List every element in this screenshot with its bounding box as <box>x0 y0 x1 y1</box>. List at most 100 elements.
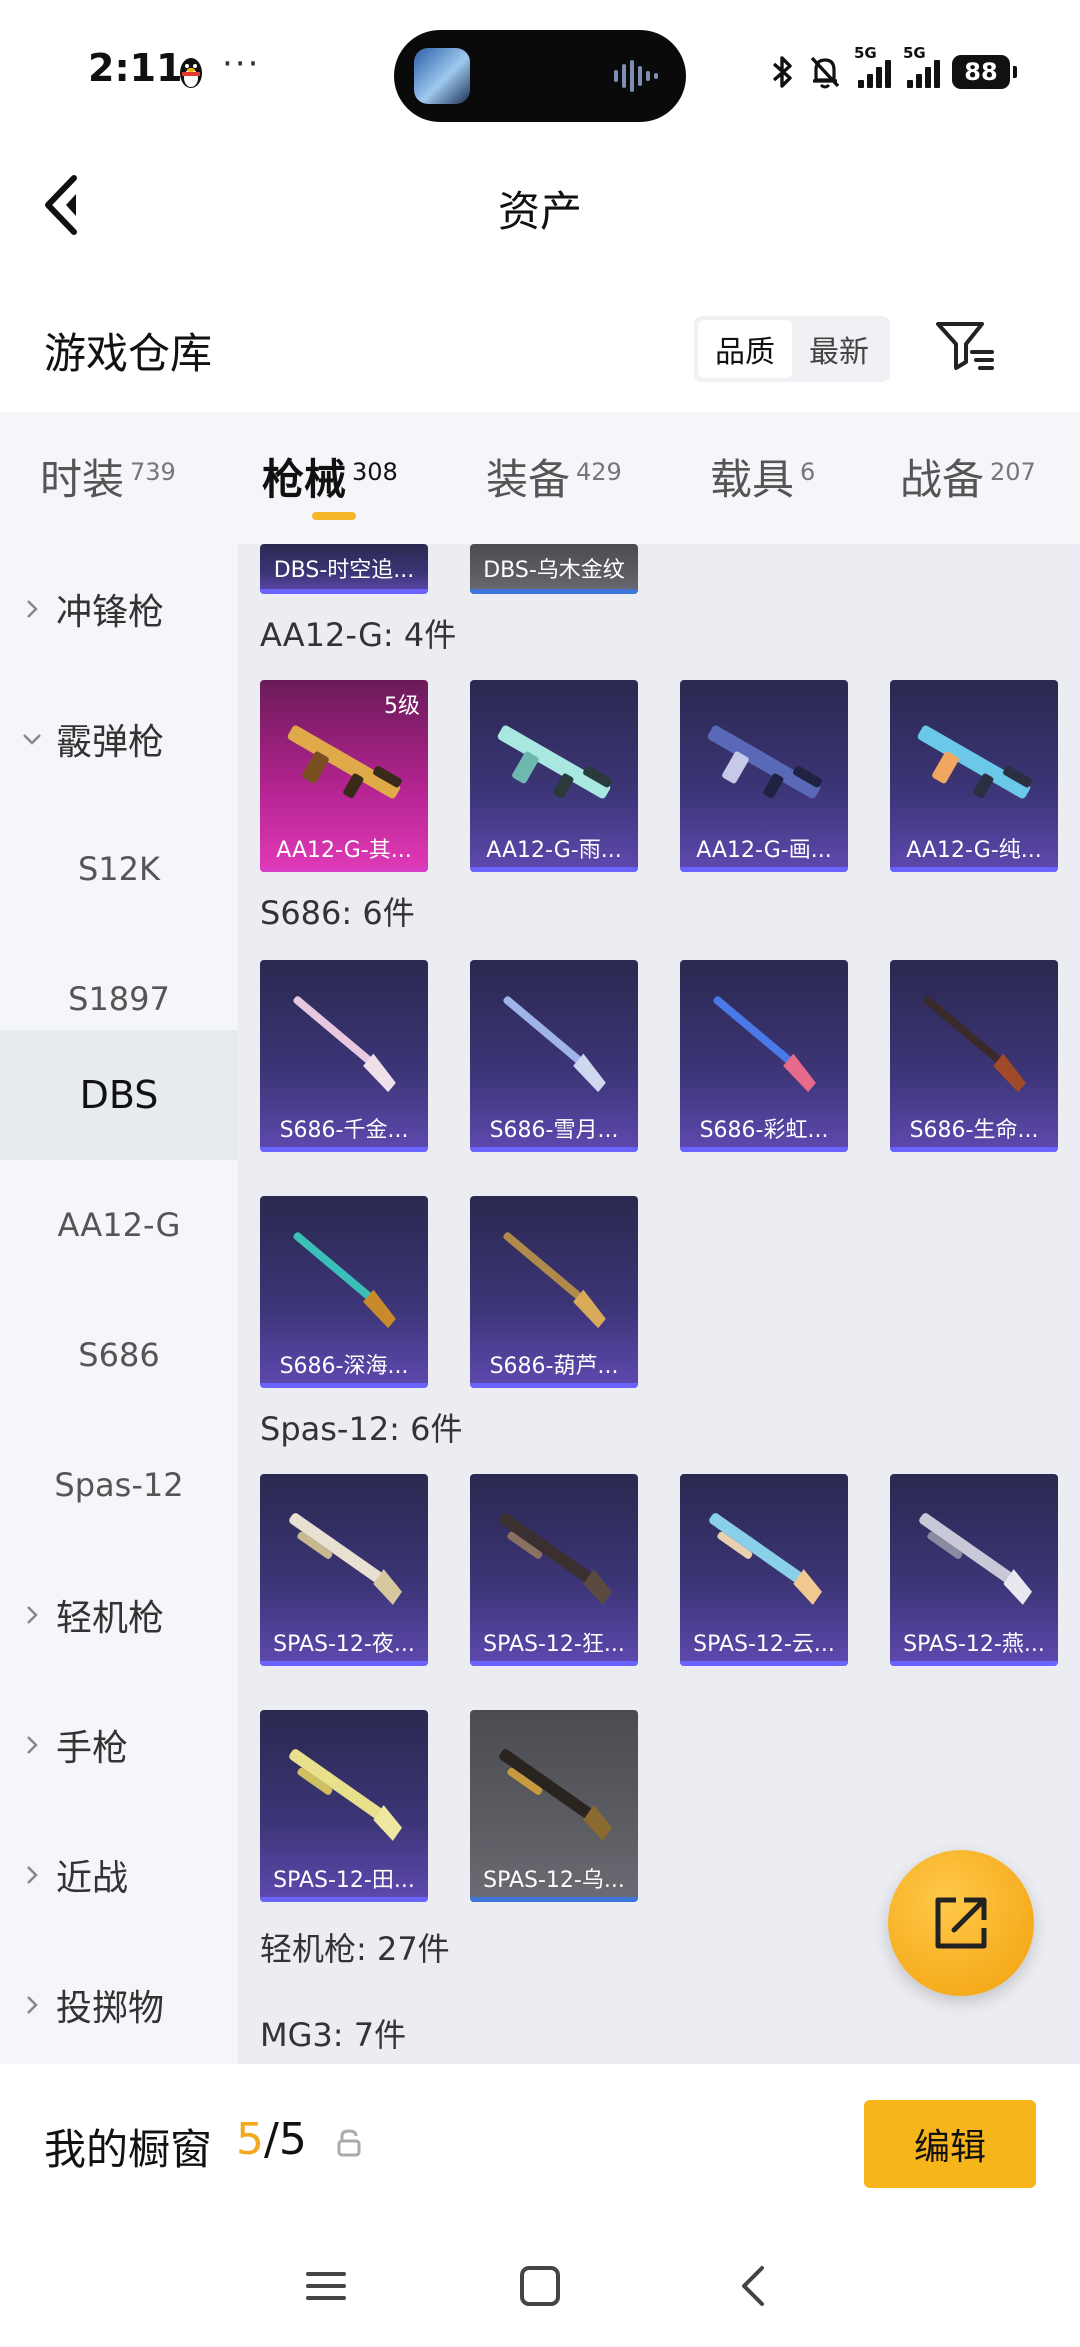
filter-icon[interactable] <box>932 312 998 378</box>
chevron-right-icon <box>27 1606 38 1624</box>
tab-vehicles[interactable]: 载具 6 <box>710 446 815 507</box>
shotgun-icon <box>293 996 396 1093</box>
shotgun-icon <box>923 996 1026 1093</box>
sidebar-item-lmg[interactable]: 轻机枪 <box>0 1550 238 1680</box>
tab-count: 739 <box>130 458 176 486</box>
weapon-card-name: S686-千金... <box>279 1118 409 1143</box>
group-label-spas12: Spas-12: 6件 <box>260 1410 463 1448</box>
back-icon[interactable] <box>730 2262 778 2310</box>
sidebar-item-spas12[interactable]: Spas-12 <box>0 1420 238 1550</box>
tab-label: 载具 <box>710 455 795 504</box>
sidebar-item-pistol[interactable]: 手枪 <box>0 1680 238 1810</box>
weapon-card[interactable]: AA12-G-画... <box>680 680 848 872</box>
sidebar-item-smg[interactable]: 冲锋枪 <box>0 544 238 674</box>
audio-wave-icon <box>614 60 658 92</box>
weapon-card[interactable]: DBS-乌木金纹 <box>470 544 638 594</box>
sidebar-item-label: 手枪 <box>56 1728 129 1769</box>
showcase-bar: 我的橱窗 5/5 编辑 <box>0 2064 1080 2224</box>
home-icon[interactable] <box>516 2262 564 2310</box>
tab-firearms[interactable]: 枪械 308 <box>262 446 398 507</box>
sort-toggle: 品质 最新 <box>694 316 890 382</box>
tab-fashion[interactable]: 时装 739 <box>40 446 176 507</box>
showcase-label: 我的橱窗 <box>44 2125 213 2174</box>
tab-label: 装备 <box>486 455 571 504</box>
weapon-card-name: SPAS-12-乌... <box>483 1868 625 1893</box>
weapon-card[interactable]: 5级 AA12-G-其... <box>260 680 428 872</box>
status-icons: 5G 5G 88 <box>770 44 1017 94</box>
weapon-card[interactable]: SPAS-12-乌... <box>470 1710 638 1902</box>
shotgun-icon <box>289 1749 402 1841</box>
chevron-right-icon <box>27 600 38 618</box>
weapon-card-name: S686-雪月... <box>489 1118 619 1143</box>
sidebar-item-label: 冲锋枪 <box>56 592 165 633</box>
weapon-card[interactable]: S686-生命... <box>890 960 1058 1152</box>
chevron-right-icon <box>27 1866 38 1884</box>
battery-indicator: 88 <box>952 55 1017 89</box>
status-time: 2:11 <box>88 46 183 90</box>
shotgun-icon <box>713 996 816 1093</box>
category-tabs: 时装 739 枪械 308 装备 429 载具 6 战备 207 <box>0 412 1080 544</box>
group-label-aa12g: AA12-G: 4件 <box>260 616 457 654</box>
mute-bell-icon <box>810 56 840 89</box>
weapon-card[interactable]: S686-雪月... <box>470 960 638 1152</box>
signal-strength-2: 5G <box>903 44 940 88</box>
weapon-card[interactable]: S686-葫芦... <box>470 1196 638 1388</box>
weapon-card-name: AA12-G-纯... <box>906 838 1042 863</box>
chevron-right-icon <box>27 1736 38 1754</box>
shotgun-icon <box>709 1513 822 1605</box>
tab-battle-supplies[interactable]: 战备 207 <box>900 446 1036 507</box>
sidebar-item-label: 近战 <box>56 1858 129 1899</box>
weapon-card[interactable]: SPAS-12-狂... <box>470 1474 638 1666</box>
qq-penguin-icon <box>180 58 202 88</box>
group-label-lmg: 轻机枪: 27件 <box>260 1930 450 1968</box>
menu-icon[interactable] <box>302 2262 350 2310</box>
group-label-mg3: MG3: 7件 <box>260 2016 407 2054</box>
tab-label: 枪械 <box>262 455 347 504</box>
showcase-count: 5/5 <box>236 2114 307 2165</box>
weapon-card[interactable]: SPAS-12-夜... <box>260 1474 428 1666</box>
shotgun-icon <box>293 1232 396 1329</box>
sort-by-quality-button[interactable]: 品质 <box>698 320 792 378</box>
weapon-card[interactable]: AA12-G-纯... <box>890 680 1058 872</box>
sidebar-item-s12k[interactable]: S12K <box>0 804 238 934</box>
system-navigation-bar <box>0 2224 1080 2347</box>
rifle-icon <box>707 725 822 799</box>
shotgun-icon <box>499 1749 612 1841</box>
sidebar-item-label: 投掷物 <box>56 1988 165 2029</box>
weapon-card[interactable]: DBS-时空追... <box>260 544 428 594</box>
tab-label: 时装 <box>40 455 125 504</box>
weapon-card-name: S686-彩虹... <box>699 1118 829 1143</box>
sidebar-item-melee[interactable]: 近战 <box>0 1810 238 1940</box>
weapon-card[interactable]: AA12-G-雨... <box>470 680 638 872</box>
sidebar-item-s686[interactable]: S686 <box>0 1290 238 1420</box>
weapon-card-name: S686-葫芦... <box>489 1354 619 1379</box>
weapon-card-name: SPAS-12-云... <box>693 1632 835 1657</box>
weapon-card[interactable]: SPAS-12-云... <box>680 1474 848 1666</box>
warehouse-header: 游戏仓库 品质 最新 <box>0 290 1080 410</box>
weapon-card-name: AA12-G-雨... <box>486 838 622 863</box>
sort-by-newest-button[interactable]: 最新 <box>792 320 886 378</box>
weapon-card[interactable]: S686-千金... <box>260 960 428 1152</box>
sidebar-item-dbs[interactable]: DBS <box>0 1030 238 1160</box>
sidebar-item-throwable[interactable]: 投掷物 <box>0 1940 238 2064</box>
sidebar-item-aa12g[interactable]: AA12-G <box>0 1160 238 1290</box>
share-button[interactable] <box>888 1850 1034 1996</box>
sidebar-item-shotgun[interactable]: 霰弹枪 <box>0 674 238 804</box>
weapon-card[interactable]: SPAS-12-田... <box>260 1710 428 1902</box>
tab-count: 308 <box>352 458 398 486</box>
chevron-right-icon <box>27 1996 38 2014</box>
dynamic-island[interactable] <box>394 30 686 122</box>
lock-icon <box>337 2129 361 2157</box>
tab-label: 战备 <box>900 455 985 504</box>
bluetooth-icon <box>772 56 792 88</box>
tab-equipment[interactable]: 装备 429 <box>486 446 622 507</box>
edit-button[interactable]: 编辑 <box>864 2100 1036 2188</box>
rifle-icon <box>917 725 1032 799</box>
active-tab-indicator <box>312 512 356 520</box>
shotgun-icon <box>289 1513 402 1605</box>
weapon-card[interactable]: SPAS-12-燕... <box>890 1474 1058 1666</box>
weapon-card-name: SPAS-12-田... <box>273 1868 415 1893</box>
weapon-category-sidebar: 冲锋枪 霰弹枪 S12K S1897 DBS AA12-G S686 Spas-… <box>0 544 238 2064</box>
weapon-card[interactable]: S686-深海... <box>260 1196 428 1388</box>
weapon-card[interactable]: S686-彩虹... <box>680 960 848 1152</box>
